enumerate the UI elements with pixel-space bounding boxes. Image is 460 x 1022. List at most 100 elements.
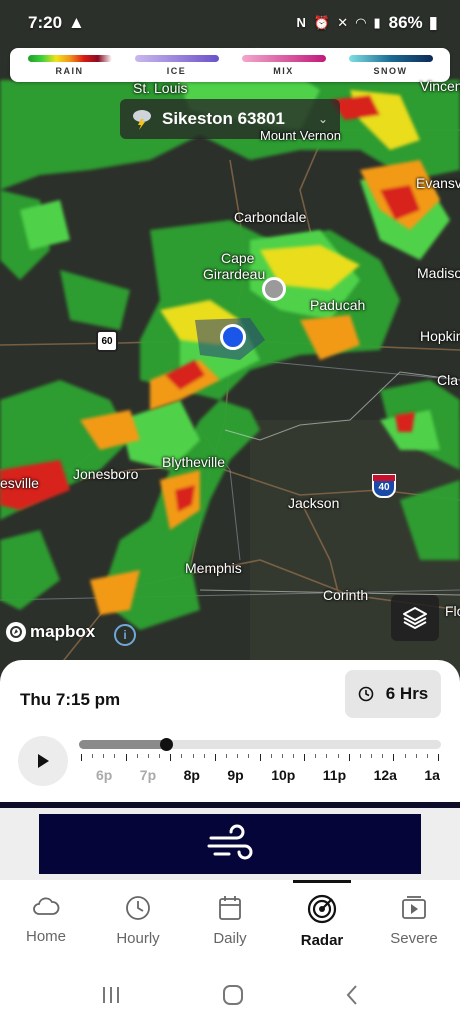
battery-icon: ▮ bbox=[428, 13, 438, 32]
gray-location-marker[interactable] bbox=[262, 277, 286, 301]
mapbox-icon bbox=[6, 622, 26, 642]
nav-hourly-label: Hourly bbox=[116, 930, 160, 947]
calendar-icon bbox=[219, 896, 241, 920]
hour-label: 1a bbox=[424, 767, 440, 783]
nav-home[interactable]: Home bbox=[0, 880, 92, 968]
play-icon bbox=[38, 754, 49, 768]
legend-ice: ICE bbox=[133, 54, 221, 76]
nav-hourly[interactable]: Hourly bbox=[92, 880, 184, 968]
timeline-tick bbox=[103, 754, 105, 758]
home-icon[interactable] bbox=[222, 984, 244, 1006]
timeline-tick bbox=[114, 754, 116, 758]
timeline-handle[interactable] bbox=[159, 738, 173, 751]
play-alert-icon bbox=[402, 896, 426, 919]
timeline-tick bbox=[237, 754, 239, 758]
timeline-tick bbox=[359, 754, 361, 758]
cloud-icon bbox=[33, 897, 60, 915]
city-corinth: Corinth bbox=[323, 587, 369, 603]
timeline-tick bbox=[92, 754, 94, 758]
city-clarksville: Cla bbox=[437, 372, 459, 388]
nav-radar[interactable]: Radar bbox=[276, 880, 368, 968]
timeline-tick bbox=[426, 754, 428, 758]
clock-icon bbox=[126, 896, 150, 920]
layers-button[interactable] bbox=[391, 595, 439, 641]
legend-snow-label: SNOW bbox=[373, 65, 408, 76]
timeline-ticks bbox=[79, 754, 441, 762]
radar-icon bbox=[307, 894, 337, 924]
mapbox-logo[interactable]: mapbox bbox=[6, 622, 95, 642]
vibrate-icon: ✕ bbox=[337, 15, 351, 30]
timeline-slider[interactable] bbox=[79, 738, 441, 751]
timeline-tick bbox=[415, 754, 417, 758]
timeline-tick bbox=[136, 754, 138, 758]
city-hopkinsville: Hopkin bbox=[420, 328, 460, 344]
i-40-shield: 40 bbox=[372, 474, 396, 498]
duration-button[interactable]: 6 Hrs bbox=[345, 670, 441, 718]
city-florence: Flo bbox=[445, 603, 460, 619]
timeline-tick bbox=[382, 754, 384, 758]
status-icons: N ⏰ ✕ ◠ ▮ bbox=[296, 15, 382, 31]
timeline-tick bbox=[292, 754, 294, 758]
nav-daily-label: Daily bbox=[213, 930, 247, 947]
timeline-tick bbox=[181, 754, 183, 758]
us-60-shield: 60 bbox=[96, 330, 118, 352]
nav-severe-label: Severe bbox=[390, 930, 438, 947]
timeline-tick bbox=[304, 754, 306, 761]
play-button[interactable] bbox=[18, 736, 68, 786]
city-jonesboro: Jonesboro bbox=[73, 466, 139, 482]
city-memphis: Memphis bbox=[185, 560, 242, 576]
city-st-louis: St. Louis bbox=[133, 80, 188, 96]
timeline-tick bbox=[203, 754, 205, 758]
timeline-tick bbox=[404, 754, 406, 758]
recent-apps-icon[interactable] bbox=[100, 985, 122, 1005]
timeline-tick bbox=[326, 754, 328, 758]
hour-label: 8p bbox=[183, 767, 200, 783]
legend-mix-bar bbox=[241, 54, 326, 62]
mapbox-text: mapbox bbox=[30, 622, 96, 641]
hour-label: 12a bbox=[373, 767, 397, 783]
timeline-tick bbox=[371, 754, 373, 758]
wind-icon bbox=[207, 824, 253, 860]
wifi-icon: ◠ bbox=[355, 15, 368, 30]
status-bar: 7:20 ▲ N ⏰ ✕ ◠ ▮ 86% ▮ bbox=[0, 0, 460, 46]
timeline-tick bbox=[125, 754, 127, 761]
nav-radar-label: Radar bbox=[300, 932, 344, 949]
i-40-number: 40 bbox=[378, 482, 390, 493]
hour-label: 6p bbox=[96, 767, 113, 783]
current-location-marker[interactable] bbox=[220, 324, 246, 350]
warning-icon: ▲ bbox=[68, 13, 85, 32]
timeline-tick bbox=[214, 754, 216, 761]
info-icon[interactable]: i bbox=[114, 624, 136, 646]
bottom-nav: Home Hourly Daily Radar Severe bbox=[0, 880, 460, 968]
city-jackson: Jackson bbox=[288, 495, 340, 511]
thunderstorm-icon bbox=[133, 110, 151, 130]
timeline-progress bbox=[79, 740, 166, 749]
city-vincennes: Vincen bbox=[420, 78, 460, 94]
city-carbondale: Carbondale bbox=[234, 209, 307, 225]
nav-daily[interactable]: Daily bbox=[184, 880, 276, 968]
wind-banner[interactable] bbox=[39, 814, 421, 874]
legend-rain: RAIN bbox=[26, 54, 114, 76]
status-time: 7:20 bbox=[28, 13, 63, 32]
radar-map[interactable]: 7:20 ▲ N ⏰ ✕ ◠ ▮ 86% ▮ RAIN ICE MIX SNOW… bbox=[0, 0, 460, 690]
back-icon[interactable] bbox=[344, 984, 360, 1006]
nfc-icon: N bbox=[296, 15, 308, 30]
city-madisonville: Madiso bbox=[417, 265, 460, 281]
nav-home-label: Home bbox=[25, 928, 66, 945]
hour-labels: 6p 7p 8p 9p 10p 11p 12a 1a bbox=[96, 767, 440, 783]
layers-icon bbox=[403, 607, 427, 629]
alarm-icon: ⏰ bbox=[313, 15, 332, 30]
nav-severe[interactable]: Severe bbox=[368, 880, 460, 968]
ad-area bbox=[0, 808, 460, 880]
legend-mix-label: MIX bbox=[273, 65, 294, 76]
battery-level: 86% bbox=[388, 13, 423, 32]
timeline-tick bbox=[259, 754, 261, 761]
legend-mix: MIX bbox=[240, 54, 328, 76]
timeline-tick bbox=[438, 754, 439, 761]
timeline-tick bbox=[192, 754, 194, 758]
hour-label: 11p bbox=[322, 767, 347, 783]
legend-rain-bar bbox=[27, 54, 112, 62]
current-frame-time: Thu 7:15 pm bbox=[20, 690, 121, 709]
legend-rain-label: RAIN bbox=[55, 65, 84, 76]
timeline-tick bbox=[226, 754, 228, 758]
